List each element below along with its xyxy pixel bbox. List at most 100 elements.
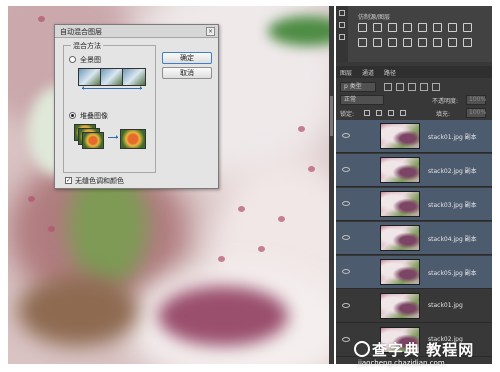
panel-icon[interactable] bbox=[339, 22, 345, 28]
canvas-scrollbar[interactable] bbox=[329, 6, 334, 364]
layer-thumbnail[interactable] bbox=[380, 293, 420, 319]
clone-source-icon[interactable] bbox=[373, 23, 382, 32]
type-filter-icon[interactable] bbox=[408, 83, 416, 91]
watermark-url: jiaocheng.chazidian.com bbox=[358, 359, 445, 367]
dialog-titlebar[interactable]: 自动混合图层 × bbox=[55, 25, 218, 38]
seamless-tones-checkbox[interactable]: ✓ bbox=[65, 177, 72, 184]
visibility-eye-icon[interactable] bbox=[342, 201, 350, 206]
panorama-frame bbox=[100, 68, 124, 86]
petal-spot bbox=[258, 246, 265, 252]
photo-region bbox=[158, 286, 288, 346]
clone-source-icon[interactable] bbox=[403, 23, 412, 32]
clone-source-icon[interactable] bbox=[463, 23, 472, 32]
visibility-eye-icon[interactable] bbox=[342, 303, 350, 308]
lock-row: 锁定: 填充: 100% bbox=[340, 108, 488, 118]
fill-label: 填充: bbox=[436, 111, 451, 118]
fill-field[interactable]: 100% bbox=[466, 108, 486, 118]
petal-spot bbox=[28, 196, 35, 202]
layer-row[interactable]: stack04.jpg 副本 bbox=[336, 222, 492, 255]
layer-row[interactable]: stack01.jpg 副本 bbox=[336, 120, 492, 153]
layer-row[interactable]: stack03.jpg 副本 bbox=[336, 188, 492, 221]
panel-title: 仿制源/图层 bbox=[358, 14, 391, 21]
clone-source-icon[interactable] bbox=[358, 38, 367, 47]
layer-name[interactable]: stack03.jpg 副本 bbox=[428, 200, 477, 209]
seamless-tones-label[interactable]: 无缝色调和颜色 bbox=[75, 176, 124, 186]
opacity-field[interactable]: 100% bbox=[466, 95, 486, 105]
layer-thumbnail[interactable] bbox=[380, 123, 420, 149]
tab-channels[interactable]: 通道 bbox=[362, 68, 374, 77]
petal-spot bbox=[308, 166, 315, 172]
lock-all-icon[interactable] bbox=[400, 110, 406, 116]
layer-name[interactable]: stack02.jpg 副本 bbox=[428, 166, 477, 175]
watermark-title: 查字典 教程网 bbox=[372, 341, 475, 359]
petal-spot bbox=[298, 126, 305, 132]
visibility-eye-icon[interactable] bbox=[342, 133, 350, 138]
panorama-frame bbox=[78, 68, 102, 86]
layer-thumbnail[interactable] bbox=[380, 259, 420, 285]
layer-row[interactable]: stack02.jpg 副本 bbox=[336, 154, 492, 187]
clone-source-icon[interactable] bbox=[358, 23, 367, 32]
stack-arrow-icon bbox=[108, 135, 118, 139]
visibility-eye-icon[interactable] bbox=[342, 337, 350, 342]
clone-source-icon[interactable] bbox=[388, 23, 397, 32]
clone-source-icon[interactable] bbox=[388, 38, 397, 47]
right-panel: 仿制源/图层 图层 通道 路径 p 类型 正常 不透明度: 100% 锁定: 填… bbox=[336, 6, 492, 364]
layer-name[interactable]: stack04.jpg 副本 bbox=[428, 234, 477, 243]
stack-images-label[interactable]: 堆叠图像 bbox=[80, 111, 108, 121]
panorama-preview-image bbox=[78, 68, 146, 90]
petal-spot bbox=[238, 206, 245, 212]
stack-preview-image bbox=[74, 124, 146, 150]
layer-name[interactable]: stack01.jpg bbox=[428, 302, 463, 309]
panorama-frame bbox=[122, 68, 146, 86]
visibility-eye-icon[interactable] bbox=[342, 269, 350, 274]
clone-source-panel: 仿制源/图层 bbox=[336, 6, 492, 62]
stack-images-radio[interactable] bbox=[69, 112, 76, 119]
tab-paths[interactable]: 路径 bbox=[384, 68, 396, 77]
cancel-button[interactable]: 取消 bbox=[162, 67, 212, 79]
layer-name[interactable]: stack05.jpg 副本 bbox=[428, 268, 477, 277]
clone-source-icon[interactable] bbox=[418, 23, 427, 32]
petal-spot bbox=[48, 226, 55, 232]
clone-source-icon[interactable] bbox=[433, 38, 442, 47]
smart-object-filter-icon[interactable] bbox=[432, 83, 440, 91]
pixel-filter-icon[interactable] bbox=[384, 83, 392, 91]
lock-image-icon[interactable] bbox=[376, 110, 382, 116]
panorama-label[interactable]: 全景图 bbox=[80, 55, 101, 65]
layer-name[interactable]: stack01.jpg 副本 bbox=[428, 132, 477, 141]
layer-thumbnail[interactable] bbox=[380, 157, 420, 183]
layer-filter-row: p 类型 bbox=[340, 82, 488, 92]
adjustment-filter-icon[interactable] bbox=[396, 83, 404, 91]
clone-source-icon[interactable] bbox=[463, 38, 472, 47]
visibility-eye-icon[interactable] bbox=[342, 167, 350, 172]
lock-transparent-icon[interactable] bbox=[364, 110, 370, 116]
stack-frame bbox=[82, 132, 104, 149]
layer-thumbnail[interactable] bbox=[380, 191, 420, 217]
clone-source-icon[interactable] bbox=[373, 38, 382, 47]
lock-position-icon[interactable] bbox=[388, 110, 394, 116]
layer-row[interactable]: stack05.jpg 副本 bbox=[336, 256, 492, 289]
opacity-label: 不透明度: bbox=[432, 98, 459, 105]
panel-icon[interactable] bbox=[339, 34, 345, 40]
panorama-radio[interactable] bbox=[69, 56, 76, 63]
layer-row[interactable]: stack01.jpg bbox=[336, 290, 492, 323]
kind-filter-dropdown[interactable]: p 类型 bbox=[340, 82, 376, 92]
petal-spot bbox=[278, 216, 285, 222]
layers-list: stack01.jpg 副本 stack02.jpg 副本 stack03.jp… bbox=[336, 120, 492, 364]
ok-button[interactable]: 确定 bbox=[162, 52, 212, 64]
panel-icon[interactable] bbox=[339, 10, 345, 16]
tab-layers[interactable]: 图层 bbox=[340, 68, 352, 77]
clone-source-icon[interactable] bbox=[433, 23, 442, 32]
clone-source-icon[interactable] bbox=[448, 38, 457, 47]
tool-icon-row bbox=[358, 38, 472, 47]
visibility-eye-icon[interactable] bbox=[342, 235, 350, 240]
blend-mode-dropdown[interactable]: 正常 bbox=[340, 95, 384, 105]
close-icon[interactable]: × bbox=[206, 27, 215, 36]
clone-source-icon[interactable] bbox=[448, 23, 457, 32]
shape-filter-icon[interactable] bbox=[420, 83, 428, 91]
scrollbar-thumb[interactable] bbox=[330, 96, 333, 136]
clone-source-icon[interactable] bbox=[403, 38, 412, 47]
layer-thumbnail[interactable] bbox=[380, 225, 420, 251]
clone-source-icon[interactable] bbox=[418, 38, 427, 47]
petal-spot bbox=[218, 256, 225, 262]
lock-label: 锁定: bbox=[340, 111, 355, 118]
